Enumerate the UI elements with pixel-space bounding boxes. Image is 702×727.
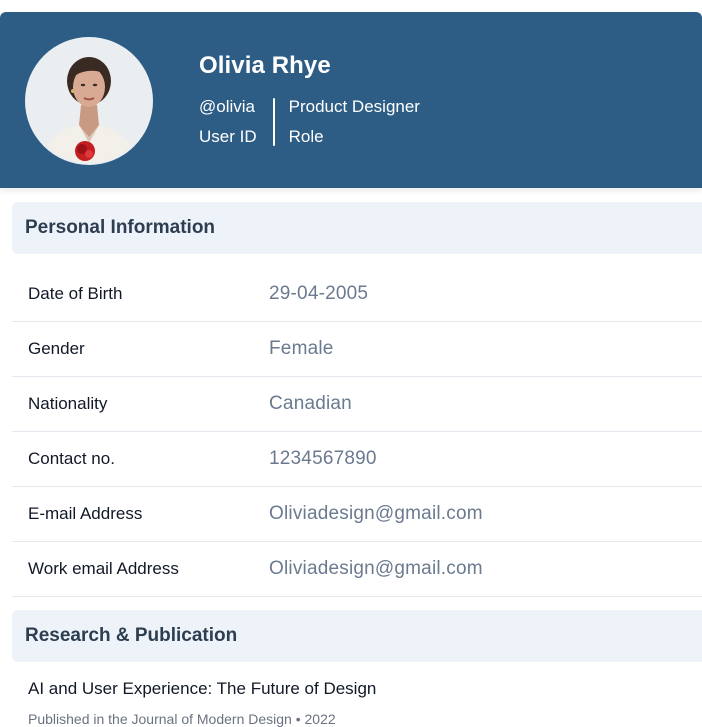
user-id-label: User ID xyxy=(199,127,257,146)
publication-meta: Published in the Journal of Modern Desig… xyxy=(28,711,336,727)
research-header: Research & Publication xyxy=(12,610,702,662)
role-group: Product Designer Role xyxy=(289,98,420,146)
info-row-work-email: Work email Address Oliviadesign@gmail.co… xyxy=(12,542,702,597)
work-email-link[interactable]: Oliviadesign@gmail.com xyxy=(269,558,483,580)
info-row-email: E-mail Address Oliviadesign@gmail.com xyxy=(12,487,702,542)
info-label: Work email Address xyxy=(28,559,179,578)
info-row-dob: Date of Birth 29-04-2005 xyxy=(12,267,702,322)
profile-header: Olivia Rhye @olivia User ID Product Desi… xyxy=(0,12,702,188)
info-value: Female xyxy=(269,338,334,359)
personal-info-title: Personal Information xyxy=(25,217,216,238)
info-label: Nationality xyxy=(28,394,108,413)
research-title: Research & Publication xyxy=(25,625,238,646)
role-value: Product Designer xyxy=(288,97,420,116)
user-id-value: @olivia xyxy=(199,97,255,116)
info-label: Gender xyxy=(28,339,85,358)
personal-info-list: Date of Birth 29-04-2005 Gender Female N… xyxy=(12,267,702,597)
user-id-group: @olivia User ID xyxy=(199,98,257,146)
info-label: E-mail Address xyxy=(28,504,143,523)
info-value: 1234567890 xyxy=(269,448,377,469)
profile-meta: @olivia User ID Product Designer Role xyxy=(199,98,420,146)
meta-divider xyxy=(272,98,275,146)
info-label: Date of Birth xyxy=(28,284,123,303)
profile-page: Olivia Rhye @olivia User ID Product Desi… xyxy=(0,0,702,727)
role-label: Role xyxy=(288,127,324,146)
info-row-contact: Contact no. 1234567890 xyxy=(12,432,702,487)
info-label: Contact no. xyxy=(28,449,115,468)
personal-info-header: Personal Information xyxy=(12,202,702,254)
info-row-gender: Gender Female xyxy=(12,322,702,377)
profile-photo-icon xyxy=(27,39,151,163)
info-row-nationality: Nationality Canadian xyxy=(12,377,702,432)
email-link[interactable]: Oliviadesign@gmail.com xyxy=(269,503,483,525)
info-value: 29-04-2005 xyxy=(269,283,369,304)
info-value: Canadian xyxy=(269,393,352,414)
profile-name: Olivia Rhye xyxy=(199,52,331,79)
avatar xyxy=(27,39,151,163)
publication-title[interactable]: AI and User Experience: The Future of De… xyxy=(28,679,376,699)
